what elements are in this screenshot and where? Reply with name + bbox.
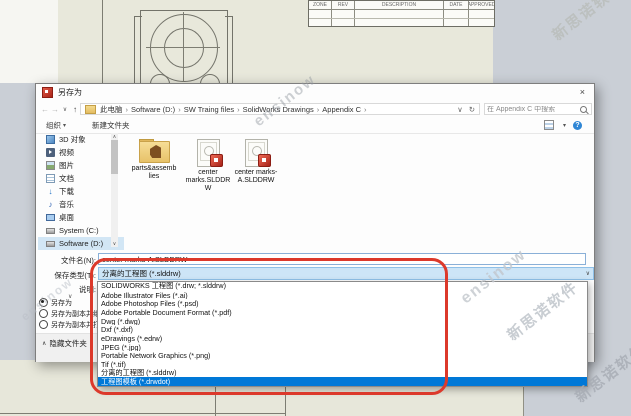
filetype-option[interactable]: Adobe Portable Document Format (*.pdf) <box>98 308 587 317</box>
desktop-icon <box>46 214 55 221</box>
pictures-icon <box>46 161 55 170</box>
filetype-option[interactable]: JPEG (*.jpg) <box>98 343 587 352</box>
savetype-value: 分离的工程图 (*.slddrw) <box>102 268 181 279</box>
rev-col-description: DESCRIPTION <box>355 1 444 9</box>
radio-icon[interactable] <box>39 320 48 329</box>
documents-icon <box>46 174 55 183</box>
downloads-icon: ↓ <box>46 187 55 196</box>
part-view-tab <box>225 16 233 84</box>
part-circle-inner <box>164 28 204 68</box>
folder-icon <box>85 105 96 114</box>
organize-caret-icon: ▾ <box>63 122 66 129</box>
breadcrumb-item[interactable]: Software (D:) <box>131 105 175 114</box>
view-mode-icon[interactable] <box>544 120 554 130</box>
description-label: 说明: <box>36 284 96 295</box>
organize-button[interactable]: 组织 <box>46 120 61 131</box>
savetype-combobox[interactable]: 分离的工程图 (*.slddrw) ∨ <box>98 267 594 280</box>
drive-icon <box>46 228 55 234</box>
hide-folders-caret-icon: ∧ <box>42 340 46 347</box>
breadcrumb-item[interactable]: SW Traing files <box>184 105 234 114</box>
breadcrumb-item[interactable]: SolidWorks Drawings <box>243 105 314 114</box>
radio-icon[interactable] <box>39 298 48 307</box>
file-tile-slddrw[interactable]: center marks.SLDDRW <box>184 139 232 193</box>
filetype-option[interactable]: Dxf (*.dxf) <box>98 325 587 334</box>
slddrw-file-icon <box>245 139 268 167</box>
radio-icon[interactable] <box>39 309 48 318</box>
history-caret-icon[interactable]: ∨ <box>60 106 70 113</box>
new-folder-button[interactable]: 新建文件夹 <box>92 120 130 131</box>
revision-table-empty-row <box>309 19 494 27</box>
filename-input[interactable] <box>98 253 586 265</box>
filetype-option[interactable]: Dwg (*.dwg) <box>98 317 587 326</box>
address-bar[interactable]: 此电脑 › Software (D:) › SW Traing files › … <box>80 103 480 115</box>
rev-col-date: DATE <box>444 1 469 9</box>
help-icon[interactable]: ? <box>573 121 582 130</box>
revision-table-header: ZONE REV DESCRIPTION DATE APPROVED <box>309 1 494 10</box>
breadcrumb-chevron-icon: › <box>178 105 181 114</box>
rev-col-rev: REV <box>332 1 355 9</box>
music-icon: ♪ <box>46 200 55 209</box>
up-icon[interactable]: ↑ <box>70 105 80 114</box>
filename-label: 文件名(N): <box>36 255 96 266</box>
hide-folders-button[interactable]: ∧ 隐藏文件夹 <box>42 338 87 349</box>
scroll-down-icon[interactable]: ∨ <box>111 240 118 247</box>
address-row: ← → ∨ ↑ 此电脑 › Software (D:) › SW Traing … <box>36 101 594 117</box>
filetype-option[interactable]: 分离的工程图 (*.slddrw) <box>98 369 587 378</box>
refresh-icon[interactable]: ↻ <box>469 105 475 114</box>
rev-col-approved: APPROVED <box>469 1 494 9</box>
filetype-option[interactable]: Portable Network Graphics (*.png) <box>98 351 587 360</box>
filetype-option[interactable]: Adobe Illustrator Files (*.ai) <box>98 291 587 300</box>
graphics-area-left <box>0 0 59 83</box>
scroll-up-icon[interactable]: ∧ <box>111 133 118 140</box>
view-mode-caret-icon[interactable]: ▾ <box>563 122 566 129</box>
watermark-cn: 新思诺软件 <box>548 0 628 45</box>
3d-objects-icon <box>46 135 55 144</box>
savetype-label: 保存类型(T): <box>36 270 96 281</box>
solidworks-drawing-icon <box>42 87 53 98</box>
breadcrumb-chevron-icon: › <box>317 105 320 114</box>
dialog-title: 另存为 <box>58 87 82 98</box>
drive-icon <box>46 241 55 247</box>
filetype-option[interactable]: Adobe Photoshop Files (*.psd) <box>98 299 587 308</box>
file-label: center marks.SLDDRW <box>185 169 231 193</box>
forward-icon[interactable]: → <box>50 105 60 114</box>
centerline-vertical <box>183 12 184 82</box>
breadcrumb-item[interactable]: 此电脑 <box>100 104 123 115</box>
slddrw-file-icon <box>197 139 220 167</box>
filetype-option-selected[interactable]: 工程图模板 (*.drwdot) <box>98 377 587 386</box>
file-tile-slddrw[interactable]: center marks-A.SLDDRW <box>232 139 280 185</box>
back-icon[interactable]: ← <box>40 105 50 114</box>
filetype-option[interactable]: SOLIDWORKS 工程图 (*.drw; *.slddrw) <box>98 282 587 291</box>
breadcrumb-chevron-icon: › <box>237 105 240 114</box>
folder-large-icon <box>139 139 169 163</box>
file-tile-folder[interactable]: parts&assemblies <box>131 139 177 181</box>
breadcrumb-chevron-icon: › <box>364 105 367 114</box>
dialog-titlebar[interactable]: 另存为 × <box>36 84 594 101</box>
sheet-edge-line <box>102 0 103 83</box>
rev-col-zone: ZONE <box>309 1 332 9</box>
revision-table-empty-row <box>309 10 494 19</box>
revision-table: ZONE REV DESCRIPTION DATE APPROVED <box>308 0 495 27</box>
scrollbar-thumb[interactable] <box>111 140 118 174</box>
breadcrumb-chevron-icon: › <box>126 105 129 114</box>
sidebar-scrollbar[interactable]: ∧ ∨ <box>111 133 118 247</box>
close-icon[interactable]: × <box>580 88 585 97</box>
breadcrumb-item[interactable]: Appendix C <box>322 105 361 114</box>
filetype-option[interactable]: eDrawings (*.edrw) <box>98 334 587 343</box>
search-icon[interactable] <box>580 106 587 113</box>
file-label: parts&assemblies <box>131 165 177 181</box>
address-caret-icon[interactable]: ∨ <box>457 105 463 114</box>
search-input[interactable] <box>485 106 580 113</box>
videos-icon <box>46 148 55 157</box>
filetype-option[interactable]: Tif (*.tif) <box>98 360 587 369</box>
file-label: center marks-A.SLDDRW <box>233 169 279 185</box>
search-box[interactable] <box>484 103 592 115</box>
dialog-toolbar: 组织 ▾ 新建文件夹 ▾ ? <box>36 117 594 134</box>
browse-area: 3D 对象 视频 图片 文档 ↓ 下载 ♪ 音乐 <box>36 133 594 251</box>
screen: ZONE REV DESCRIPTION DATE APPROVED 另存为 ×… <box>0 0 631 416</box>
combobox-caret-icon: ∨ <box>586 270 590 277</box>
part-view-tab <box>134 16 142 84</box>
filetype-dropdown-list: SOLIDWORKS 工程图 (*.drw; *.slddrw) Adobe I… <box>97 281 588 387</box>
